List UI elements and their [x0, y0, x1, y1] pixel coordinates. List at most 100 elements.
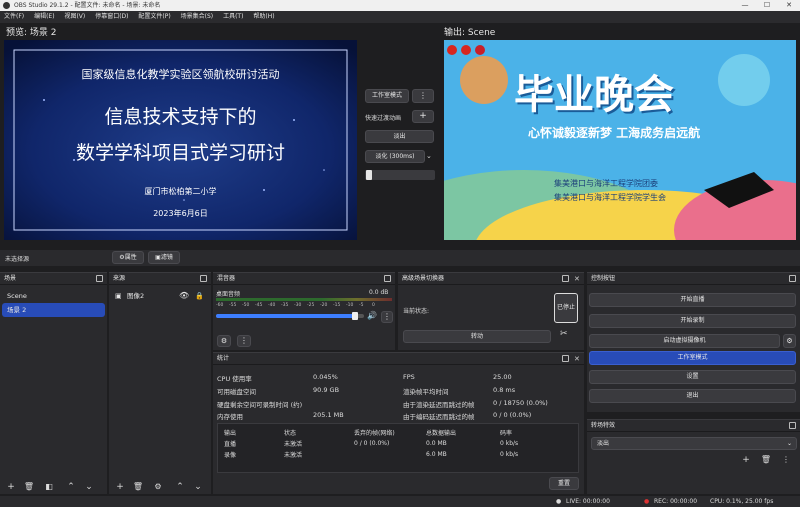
switcher-status-label: 当前状态:	[403, 308, 430, 315]
studio-transition-button[interactable]: 工作室模式	[365, 89, 409, 103]
menu-tools[interactable]: 工具(T)	[219, 11, 247, 23]
menu-scene-collection[interactable]: 场景集合(S)	[177, 11, 218, 23]
cell: 0 kb/s	[500, 440, 519, 447]
menu-file[interactable]: 文件(F)	[0, 11, 28, 23]
eye-icon[interactable]: 👁	[179, 289, 189, 303]
trash-icon[interactable]: 🗑	[759, 454, 773, 466]
preview-date: 2023年6月6日	[153, 209, 208, 218]
transition-select-value: 淡出	[597, 440, 610, 447]
stat-render-time-value: 0.8 ms	[493, 386, 516, 394]
lock-icon[interactable]: 🔒	[195, 289, 204, 303]
menu-docks[interactable]: 停靠窗口(D)	[91, 11, 132, 23]
transition-select[interactable]: 淡出 ⌄	[591, 437, 797, 450]
rec-time: REC: 00:00:00	[654, 498, 698, 505]
tbar-handle[interactable]	[366, 170, 372, 180]
tools-icon[interactable]: ✂	[560, 329, 568, 339]
advanced-scene-switcher-dock: 高级场景切换器 ✕ 当前状态: 已停止 转动 ✂	[398, 272, 584, 350]
stat-memory-label: 内存使用	[217, 413, 243, 421]
close-icon[interactable]: ✕	[574, 353, 580, 365]
add-source-icon[interactable]: +	[113, 481, 127, 493]
advanced-audio-icon[interactable]: ⚙	[217, 335, 231, 347]
menu-profile[interactable]: 配置文件(P)	[134, 11, 174, 23]
trash-icon[interactable]: 🗑	[131, 481, 145, 493]
exit-button[interactable]: 退出	[589, 389, 796, 403]
mixer-menu-button[interactable]: ⋮	[381, 311, 393, 323]
program-canvas: 毕业晚会 心怀诚毅逐新梦 工海成务启远航 集美港口与海洋工程学院团委 集美港口与…	[444, 40, 796, 240]
filters-button[interactable]: ▣滤镜	[148, 251, 180, 264]
studio-mode-button[interactable]: 工作室模式	[589, 351, 796, 365]
add-transition-icon[interactable]: +	[739, 454, 753, 466]
menu-help[interactable]: 帮助(H)	[249, 11, 278, 23]
output-stats-table: 输出 状态 丢弃的帧(网络) 总数据输出 码率 直播 未激活 0 / 0 (0.…	[217, 423, 579, 473]
dock-float-icon[interactable]	[789, 422, 796, 429]
close-icon[interactable]: ✕	[574, 273, 580, 285]
dock-float-icon[interactable]	[562, 275, 569, 282]
advanced-switcher-title-bar: 高级场景切换器 ✕	[398, 273, 584, 285]
reset-stats-button[interactable]: 重置	[549, 477, 579, 490]
transitions-dock-title: 转场特效	[587, 420, 800, 432]
properties-button[interactable]: ⚙属性	[112, 251, 144, 264]
dock-float-icon[interactable]	[562, 355, 569, 362]
chevron-down-icon[interactable]: ⌄	[426, 150, 436, 163]
preview-canvas[interactable]: 国家级信息化教学实验区领航校研讨活动 信息技术支持下的 数学学科项目式学习研讨 …	[4, 40, 357, 240]
source-toolbar: 未选择源 ⚙属性 ▣滤镜	[0, 250, 800, 266]
move-down-icon[interactable]: ⌄	[191, 481, 205, 493]
volume-slider-handle[interactable]	[352, 312, 359, 320]
mixer-more-button[interactable]: ⋮	[237, 335, 251, 347]
stats-title: 统计	[217, 355, 230, 362]
speaker-icon[interactable]: 🔊	[367, 311, 377, 320]
stat-cpu-label: CPU 使用率	[217, 375, 252, 383]
start-virtual-camera-button[interactable]: 启动虚拟摄像机	[589, 334, 780, 348]
transition-menu-icon[interactable]: ⋮	[779, 454, 793, 466]
preview-school: 厦门市松柏第二小学	[144, 187, 217, 196]
source-item-image2[interactable]: ▣ 图像2 👁 🔒	[111, 289, 209, 303]
menu-edit[interactable]: 编辑(E)	[30, 11, 58, 23]
col-total-data: 总数据输出	[426, 430, 457, 437]
preview-title-line2: 数学学科项目式学习研讨	[75, 142, 285, 164]
volume-slider-track[interactable]	[216, 312, 364, 320]
move-up-icon[interactable]: ⌃	[173, 481, 187, 493]
cut-quick-button[interactable]: 淡化 (300ms)	[365, 150, 425, 163]
tick-label: -10	[346, 303, 354, 308]
controls-title: 控制按钮	[591, 275, 616, 282]
quick-transitions-label: 快速过渡动画	[365, 115, 402, 122]
close-window-button[interactable]: ✕	[778, 0, 800, 11]
settings-button[interactable]: 设置	[589, 370, 796, 384]
add-scene-icon[interactable]: +	[4, 481, 18, 493]
maximize-button[interactable]: ☐	[756, 0, 778, 11]
trash-icon[interactable]: 🗑	[22, 481, 36, 493]
dock-float-icon[interactable]	[789, 275, 796, 282]
move-down-icon[interactable]: ⌄	[82, 481, 96, 493]
switcher-transition-button[interactable]: 转动	[403, 330, 551, 343]
gear-icon[interactable]: ⚙	[783, 334, 796, 348]
cpu-fps-status: CPU: 0.1%, 25.00 fps	[710, 498, 774, 505]
studio-more-button[interactable]: ⋮	[412, 89, 434, 103]
tick-label: -35	[281, 303, 289, 308]
dock-float-icon[interactable]	[96, 275, 103, 282]
dock-float-icon[interactable]	[384, 275, 391, 282]
scenes-dock: 场景 Scene 场景 2 + 🗑 ◧ ⌃ ⌄	[0, 272, 107, 494]
preview-header-text: 国家级信息化教学实验区领航校研讨活动	[81, 68, 280, 81]
minimize-button[interactable]: —	[734, 0, 756, 11]
tick-label: -60	[216, 303, 224, 308]
start-recording-button[interactable]: 开始录制	[589, 314, 796, 328]
dock-float-icon[interactable]	[200, 275, 207, 282]
stat-render-time-label: 渲染帧平均时间	[403, 388, 449, 396]
scene-item-scene[interactable]: Scene	[2, 289, 105, 303]
scene-item-scene-2[interactable]: 场景 2	[2, 303, 105, 317]
sources-dock: 来源 ▣ 图像2 👁 🔒 + 🗑 ⚙ ⌃ ⌄	[109, 272, 211, 494]
fade-quick-button[interactable]: 淡出	[365, 130, 434, 143]
move-up-icon[interactable]: ⌃	[64, 481, 78, 493]
program-line1: 集美港口与海洋工程学院团委	[554, 179, 658, 188]
switcher-stop-button[interactable]: 已停止	[554, 293, 578, 323]
gear-icon[interactable]: ⚙	[151, 481, 165, 493]
chevron-down-icon: ⌄	[786, 440, 792, 447]
menu-view[interactable]: 视图(V)	[60, 11, 89, 23]
stat-cpu-value: 0.045%	[313, 373, 338, 381]
start-streaming-button[interactable]: 开始直播	[589, 293, 796, 307]
scene-filters-icon[interactable]: ◧	[42, 481, 56, 493]
tbar-slider[interactable]	[365, 170, 435, 180]
cell	[354, 449, 426, 460]
preview-title-line1: 信息技术支持下的	[104, 106, 257, 128]
add-quick-transition-button[interactable]: +	[412, 110, 434, 123]
